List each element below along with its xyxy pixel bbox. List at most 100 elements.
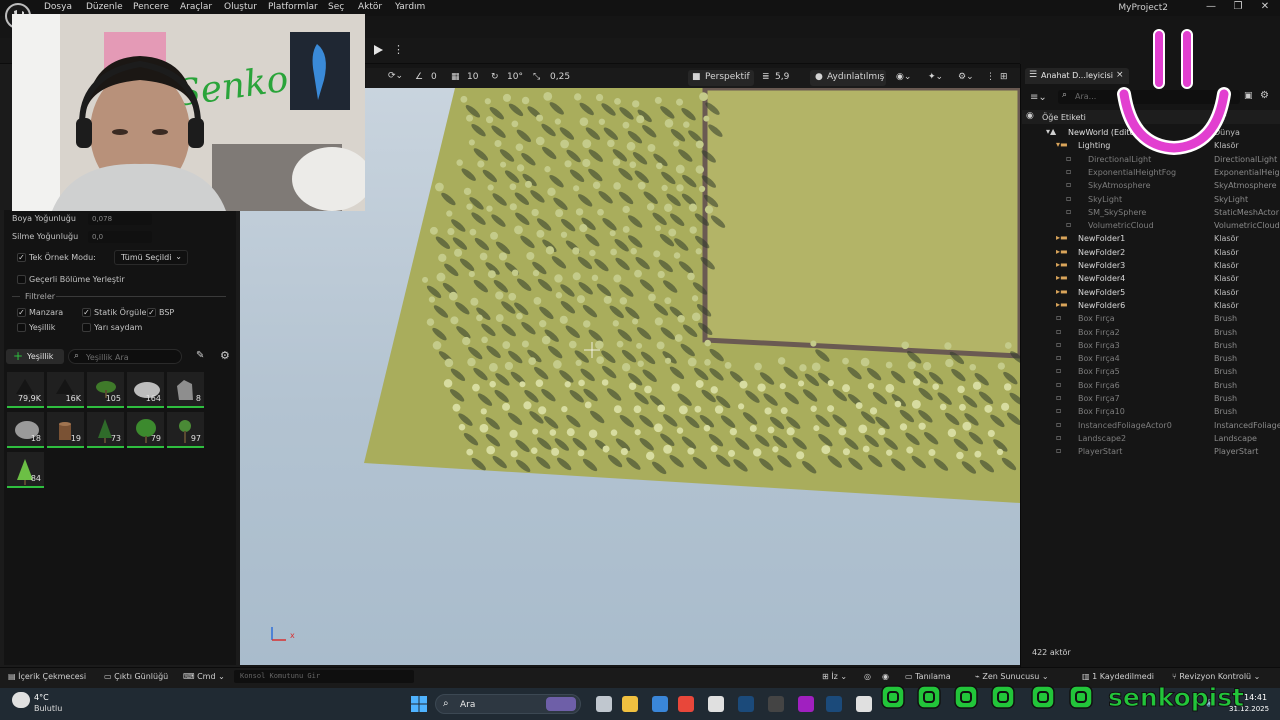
- steam-icon[interactable]: [738, 696, 754, 712]
- outliner-row[interactable]: ▫ Box Fırça7 Brush: [1022, 393, 1280, 406]
- outliner-row[interactable]: ▸▬ NewFolder1 Klasör: [1022, 233, 1280, 246]
- menu-item[interactable]: Yardım: [395, 2, 425, 12]
- item-label-header[interactable]: Öğe Etiketi: [1042, 113, 1086, 122]
- filter-icon[interactable]: ≡⌄: [1030, 92, 1047, 103]
- unsaved-button[interactable]: ▥ 1 Kaydedilmedi: [1082, 672, 1154, 681]
- angle-snap-value[interactable]: 0: [431, 72, 437, 82]
- minimize-icon[interactable]: —: [1203, 1, 1219, 13]
- outliner-row[interactable]: ▫ Box Fırça5 Brush: [1022, 366, 1280, 379]
- transform-icon[interactable]: ⟳⌄: [388, 71, 403, 81]
- foliage-type-item[interactable]: 18: [7, 412, 44, 448]
- outliner-row[interactable]: ▫ ExponentialHeightFog ExponentialHeightFo…: [1022, 167, 1280, 180]
- rotation-snap-value[interactable]: 10°: [507, 72, 523, 82]
- outliner-row[interactable]: ▫ Box Fırça6 Brush: [1022, 380, 1280, 393]
- windows-start-icon[interactable]: [411, 696, 427, 712]
- single-instance-dropdown[interactable]: Tümü Seçildi ⌄: [114, 250, 188, 265]
- outliner-row[interactable]: ▸▬ NewFolder4 Klasör: [1022, 273, 1280, 286]
- menu-item[interactable]: Pencere: [133, 2, 169, 12]
- store-icon[interactable]: [652, 696, 668, 712]
- foliage-type-item[interactable]: 84: [7, 452, 44, 488]
- place-in-level-checkbox[interactable]: [17, 275, 26, 284]
- filter-static-mesh-checkbox[interactable]: ✓: [82, 308, 91, 317]
- grid-snap-icon[interactable]: ▦: [451, 72, 460, 82]
- cmd-dropdown[interactable]: ⌨ Cmd ⌄: [183, 672, 225, 681]
- taskbar-search[interactable]: ⌕ Ara: [435, 694, 581, 714]
- outliner-row[interactable]: ▸▬ NewFolder5 Klasör: [1022, 287, 1280, 300]
- menu-item[interactable]: Platformlar: [268, 2, 318, 12]
- outliner-row[interactable]: ▫ Box Fırça Brush: [1022, 313, 1280, 326]
- outliner-row[interactable]: ▸▬ NewFolder6 Klasör: [1022, 300, 1280, 313]
- weather-cloud-icon[interactable]: [12, 692, 30, 708]
- foliage-type-item[interactable]: 19: [47, 412, 84, 448]
- camera-speed-value[interactable]: 5,9: [775, 72, 789, 82]
- menu-item[interactable]: Oluştur: [224, 2, 257, 12]
- content-drawer-button[interactable]: ▤ İçerik Çekmecesi: [8, 672, 86, 681]
- scale-snap-icon[interactable]: ⤡: [533, 72, 540, 82]
- grid-snap-value[interactable]: 10: [467, 72, 478, 82]
- single-instance-checkbox[interactable]: ✓: [17, 253, 26, 262]
- erase-density-field[interactable]: 0,0: [88, 231, 152, 243]
- viewport-settings-icon[interactable]: ⚙⌄: [958, 72, 974, 82]
- steam-icon[interactable]: [826, 696, 842, 712]
- outliner-row[interactable]: ▫ Box Fırça10 Brush: [1022, 406, 1280, 419]
- outliner-row[interactable]: ▫ InstancedFoliageActor0 InstancedFoliage: [1022, 420, 1280, 433]
- folder-icon[interactable]: [622, 696, 638, 712]
- new-folder-icon[interactable]: ▣: [1244, 91, 1253, 101]
- app-icon[interactable]: [768, 696, 784, 712]
- foliage-type-item[interactable]: 105: [87, 372, 124, 408]
- filter-bsp-checkbox[interactable]: ✓: [147, 308, 156, 317]
- paint-brush-icon[interactable]: ✎: [196, 350, 204, 361]
- foliage-type-item[interactable]: 164: [127, 372, 164, 408]
- menu-item[interactable]: Aktör: [358, 2, 382, 12]
- play-options-icon[interactable]: ⋮: [393, 43, 404, 56]
- notes-icon[interactable]: [798, 696, 814, 712]
- revision-control-dropdown[interactable]: ⑂ Revizyon Kontrolü ⌄: [1172, 672, 1260, 681]
- camera-record-icon[interactable]: ◉: [882, 672, 889, 681]
- angle-snap-icon[interactable]: ∠: [415, 72, 423, 82]
- outliner-row[interactable]: ▫ Box Fırça2 Brush: [1022, 327, 1280, 340]
- trace-dropdown[interactable]: ⊞ İz ⌄: [822, 672, 847, 681]
- outliner-row[interactable]: ▸▬ NewFolder3 Klasör: [1022, 260, 1280, 273]
- realtime-icon[interactable]: ✦⌄: [928, 72, 943, 82]
- zen-server-dropdown[interactable]: ⌁ Zen Sunucusu ⌄: [975, 672, 1049, 681]
- paint-density-field[interactable]: 0,078: [88, 213, 152, 225]
- viewport-options-icon[interactable]: ⋮: [986, 72, 995, 82]
- play-icon[interactable]: [372, 44, 386, 56]
- scale-snap-value[interactable]: 0,25: [550, 72, 570, 82]
- outliner-row[interactable]: ▫ SkyLight SkyLight: [1022, 194, 1280, 207]
- visibility-eye-icon[interactable]: ◉: [1026, 111, 1034, 121]
- outliner-row[interactable]: ▫ Box Fırça4 Brush: [1022, 353, 1280, 366]
- foliage-type-item[interactable]: 79,9K: [7, 372, 44, 408]
- outliner-row[interactable]: ▸▬ NewFolder2 Klasör: [1022, 247, 1280, 260]
- maximize-icon[interactable]: ❐: [1230, 1, 1246, 13]
- show-flags-eye-icon[interactable]: ◉⌄: [896, 72, 911, 82]
- outliner-row[interactable]: ▫ SM_SkySphere StaticMeshActor: [1022, 207, 1280, 220]
- camera-speed-icon[interactable]: ≣: [762, 72, 770, 82]
- files-icon[interactable]: [596, 696, 612, 712]
- console-input[interactable]: Konsol Komutunu Gir: [234, 670, 414, 683]
- diagnostics-button[interactable]: ▭ Tanılama: [905, 672, 951, 681]
- menu-item[interactable]: Araçlar: [180, 2, 212, 12]
- viewport-layout-icon[interactable]: ⊞: [1000, 72, 1008, 82]
- output-log-button[interactable]: ▭ Çıktı Günlüğü: [104, 672, 168, 681]
- menu-item[interactable]: Dosya: [44, 2, 72, 12]
- outliner-row[interactable]: ▫ Landscape2 Landscape: [1022, 433, 1280, 446]
- outliner-row[interactable]: ▫ Box Fırça3 Brush: [1022, 340, 1280, 353]
- rotation-snap-icon[interactable]: ↻: [491, 72, 499, 82]
- foliage-type-item[interactable]: 16K: [47, 372, 84, 408]
- filter-landscape-checkbox[interactable]: ✓: [17, 308, 26, 317]
- outliner-settings-icon[interactable]: ⚙: [1260, 90, 1269, 101]
- record-icon[interactable]: ◎: [864, 672, 871, 681]
- chrome-icon[interactable]: [678, 696, 694, 712]
- add-foliage-button[interactable]: + Yeşillik: [6, 349, 64, 364]
- outliner-row[interactable]: ▫ SkyAtmosphere SkyAtmosphere: [1022, 180, 1280, 193]
- outliner-row[interactable]: ▫ PlayerStart PlayerStart: [1022, 446, 1280, 459]
- menu-item[interactable]: Düzenle: [86, 2, 123, 12]
- filter-translucent-checkbox[interactable]: [82, 323, 91, 332]
- foliage-search-input[interactable]: ⌕ Yeşillik Ara: [68, 349, 182, 364]
- outliner-row[interactable]: ▫ VolumetricCloud VolumetricCloud: [1022, 220, 1280, 233]
- close-window-icon[interactable]: ✕: [1257, 1, 1273, 13]
- filter-foliage-checkbox[interactable]: [17, 323, 26, 332]
- foliage-type-item[interactable]: 79: [127, 412, 164, 448]
- settings-gear-icon[interactable]: ⚙: [220, 349, 230, 362]
